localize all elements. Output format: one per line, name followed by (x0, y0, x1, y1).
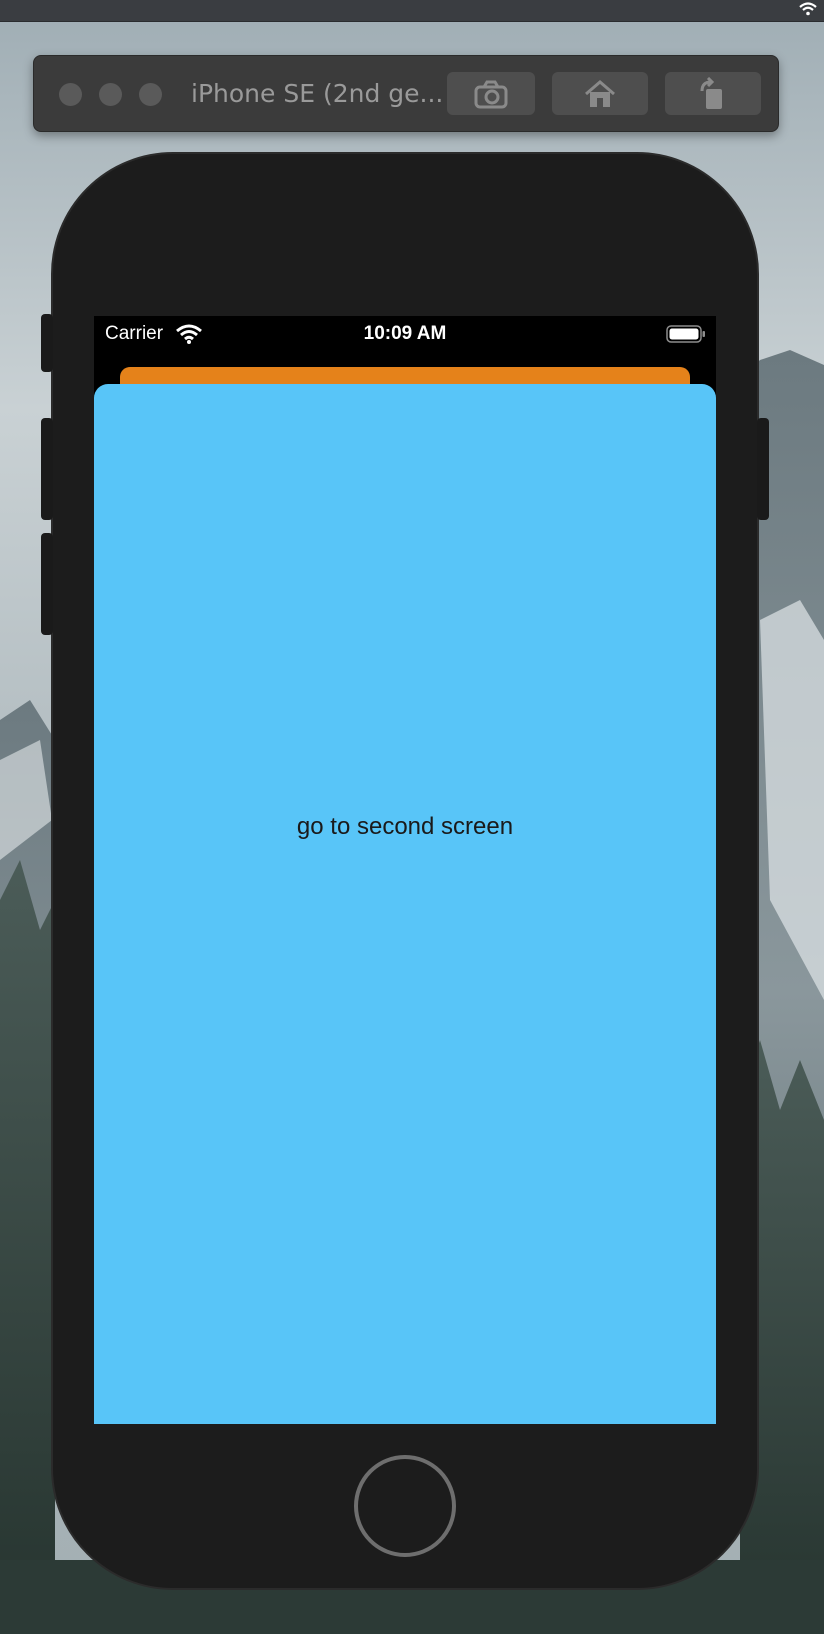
home-toolbar-button[interactable] (552, 72, 648, 115)
menu-bar (0, 0, 824, 22)
minimize-window-button[interactable] (99, 83, 122, 106)
home-icon (585, 79, 615, 107)
rotate-button[interactable] (665, 72, 761, 115)
simulator-title-bar: iPhone SE (2nd ge... (33, 55, 779, 132)
desktop-background: iPhone SE (2nd ge... Carrier 10:09 AM go… (0, 0, 824, 1634)
close-window-button[interactable] (59, 83, 82, 106)
screenshot-button[interactable] (447, 72, 535, 115)
go-to-second-screen-link[interactable]: go to second screen (94, 813, 716, 841)
battery-icon (666, 325, 705, 343)
home-button[interactable] (354, 1455, 456, 1557)
camera-icon (474, 80, 508, 108)
status-bar: Carrier 10:09 AM (94, 316, 716, 352)
device-screen: Carrier 10:09 AM go to second screen (94, 316, 716, 1424)
zoom-window-button[interactable] (139, 83, 162, 106)
volume-down-button (41, 533, 53, 635)
silent-switch (41, 314, 53, 372)
modal-screen-card: go to second screen (94, 384, 716, 1424)
menubar-wifi-icon[interactable] (798, 1, 818, 17)
power-button (757, 418, 769, 520)
status-time: 10:09 AM (363, 323, 447, 344)
simulator-device-title: iPhone SE (2nd ge... (191, 79, 444, 108)
rotate-icon (700, 76, 722, 109)
volume-up-button (41, 418, 53, 520)
